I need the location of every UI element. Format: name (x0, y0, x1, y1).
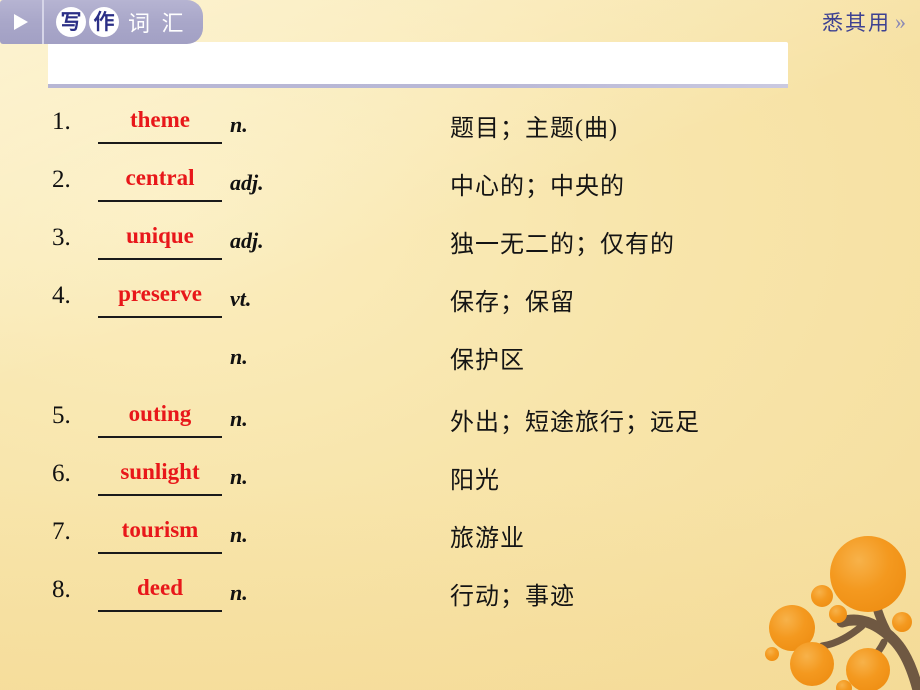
chinese-meaning: 阳光 (450, 468, 500, 494)
header-right-link[interactable]: 悉其用 » (822, 0, 906, 44)
list-item-secondary-sense[interactable]: n. 保护区 (48, 332, 848, 394)
circled-char-xie: 写 (56, 7, 86, 37)
part-of-speech: n. (230, 112, 248, 137)
answer-blank[interactable]: deed (98, 570, 222, 612)
part-of-speech: adj. (230, 228, 264, 253)
answer-blank[interactable]: outing (98, 396, 222, 438)
part-of-speech: n. (230, 580, 248, 605)
list-item[interactable]: 1. theme n. 题目；主题(曲) (48, 100, 848, 158)
item-number: 3. (52, 224, 71, 251)
answer-word: outing (128, 401, 192, 426)
list-item[interactable]: 7. tourism n. 旅游业 (48, 510, 848, 568)
chinese-meaning: 行动；事迹 (450, 584, 575, 610)
answer-word: theme (129, 107, 191, 132)
answer-word: sunlight (120, 459, 200, 484)
section-title-tab[interactable]: 写 作 词 汇 (0, 0, 203, 44)
header-bar (48, 42, 788, 86)
chinese-meaning: 外出；短途旅行；远足 (450, 410, 700, 436)
section-title-suffix: 词 汇 (128, 11, 187, 36)
list-item[interactable]: 3. unique adj. 独一无二的；仅有的 (48, 216, 848, 274)
item-number: 1. (52, 108, 71, 135)
item-number: 2. (52, 166, 71, 193)
item-number: 4. (52, 282, 71, 309)
answer-blank[interactable]: sunlight (98, 454, 222, 496)
item-number: 5. (52, 402, 71, 429)
part-of-speech: n. (230, 464, 248, 489)
item-number: 8. (52, 576, 71, 603)
part-of-speech: vt. (230, 286, 252, 311)
list-item[interactable]: 4. preserve vt. 保存；保留 (48, 274, 848, 332)
list-item[interactable]: 5. outing n. 外出；短途旅行；远足 (48, 394, 848, 452)
answer-word: preserve (118, 281, 202, 306)
part-of-speech: n. (230, 344, 248, 369)
play-triangle-icon (0, 0, 44, 44)
part-of-speech: adj. (230, 170, 264, 195)
chinese-meaning: 旅游业 (450, 526, 525, 552)
item-number: 7. (52, 518, 71, 545)
list-item[interactable]: 6. sunlight n. 阳光 (48, 452, 848, 510)
answer-word: tourism (121, 517, 199, 542)
answer-word: central (125, 165, 195, 190)
part-of-speech: n. (230, 522, 248, 547)
header-underline-rule (48, 84, 788, 88)
chinese-meaning: 题目；主题(曲) (450, 116, 618, 142)
chinese-meaning: 保护区 (450, 348, 525, 374)
answer-blank[interactable]: unique (98, 218, 222, 260)
answer-blank[interactable]: central (98, 160, 222, 202)
part-of-speech: n. (230, 406, 248, 431)
header-right-label: 悉其用 (822, 11, 891, 35)
chinese-meaning: 独一无二的；仅有的 (450, 232, 675, 258)
list-item[interactable]: 8. deed n. 行动；事迹 (48, 568, 848, 626)
answer-word: unique (126, 223, 194, 248)
circled-char-zuo: 作 (89, 7, 119, 37)
answer-word: deed (137, 575, 183, 600)
vocabulary-list: 1. theme n. 题目；主题(曲) 2. central adj. 中心的… (48, 100, 848, 626)
chinese-meaning: 保存；保留 (450, 290, 575, 316)
section-title-label: 写 作 词 汇 (44, 0, 203, 44)
item-number: 6. (52, 460, 71, 487)
chinese-meaning: 中心的；中央的 (450, 174, 625, 200)
double-chevron-right-icon: » (895, 9, 906, 34)
answer-blank[interactable]: theme (98, 102, 222, 144)
slide-page: 写 作 词 汇 悉其用 » 1. theme n. 题目；主题(曲) 2. ce… (0, 0, 920, 690)
answer-blank[interactable]: tourism (98, 512, 222, 554)
answer-blank[interactable]: preserve (98, 276, 222, 318)
list-item[interactable]: 2. central adj. 中心的；中央的 (48, 158, 848, 216)
